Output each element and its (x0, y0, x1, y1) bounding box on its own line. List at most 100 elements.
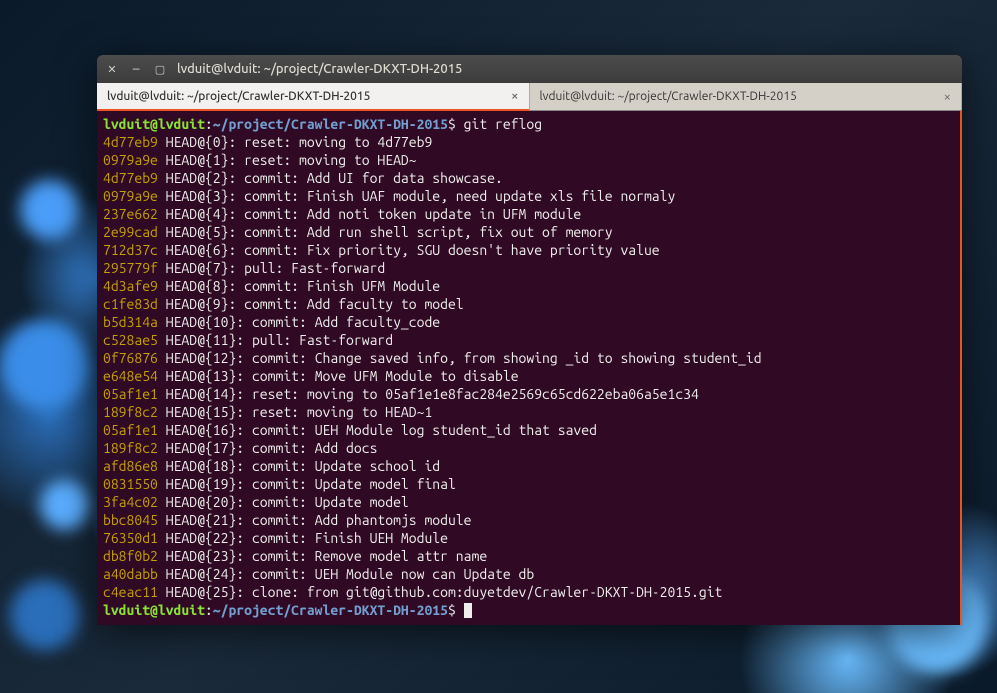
reflog-line: db8f0b2 HEAD@{23}: commit: Remove model … (103, 547, 954, 565)
commit-hash: 295779f (103, 260, 158, 276)
reflog-text: HEAD@{14}: reset: moving to 05af1e1e8fac… (158, 386, 699, 402)
reflog-text: HEAD@{13}: commit: Move UFM Module to di… (158, 368, 519, 384)
reflog-text: HEAD@{4}: commit: Add noti token update … (158, 206, 581, 222)
commit-hash: 189f8c2 (103, 440, 158, 456)
reflog-text: HEAD@{9}: commit: Add faculty to model (158, 296, 464, 312)
reflog-text: HEAD@{19}: commit: Update model final (158, 476, 456, 492)
window-titlebar[interactable]: ✕ ─ ▢ lvduit@lvduit: ~/project/Crawler-D… (97, 55, 962, 83)
commit-hash: 712d37c (103, 242, 158, 258)
cursor (464, 603, 472, 618)
commit-hash: b5d314a (103, 314, 158, 330)
reflog-line: 712d37c HEAD@{6}: commit: Fix priority, … (103, 241, 954, 259)
command-line: lvduit@lvduit:~/project/Crawler-DKXT-DH-… (103, 115, 954, 133)
tab-bar: lvduit@lvduit: ~/project/Crawler-DKXT-DH… (97, 83, 962, 111)
reflog-text: HEAD@{10}: commit: Add faculty_code (158, 314, 440, 330)
commit-hash: 4d77eb9 (103, 170, 158, 186)
reflog-text: HEAD@{25}: clone: from git@github.com:du… (158, 584, 722, 600)
window-title: lvduit@lvduit: ~/project/Crawler-DKXT-DH… (177, 62, 462, 76)
reflog-line: 237e662 HEAD@{4}: commit: Add noti token… (103, 205, 954, 223)
reflog-text: HEAD@{3}: commit: Finish UAF module, nee… (158, 188, 675, 204)
commit-hash: db8f0b2 (103, 548, 158, 564)
commit-hash: 0f76876 (103, 350, 158, 366)
commit-hash: c528ae5 (103, 332, 158, 348)
reflog-text: HEAD@{20}: commit: Update model (158, 494, 409, 510)
reflog-text: HEAD@{5}: commit: Add run shell script, … (158, 224, 613, 240)
reflog-line: 05af1e1 HEAD@{14}: reset: moving to 05af… (103, 385, 954, 403)
minimize-icon[interactable]: ─ (129, 62, 143, 76)
reflog-text: HEAD@{0}: reset: moving to 4d77eb9 (158, 134, 432, 150)
prompt-user: lvduit@lvduit (103, 116, 205, 132)
reflog-line: 3fa4c02 HEAD@{20}: commit: Update model (103, 493, 954, 511)
prompt-dollar: $ (448, 116, 456, 132)
reflog-line: 76350d1 HEAD@{22}: commit: Finish UEH Mo… (103, 529, 954, 547)
reflog-line: bbc8045 HEAD@{21}: commit: Add phantomjs… (103, 511, 954, 529)
maximize-icon[interactable]: ▢ (153, 62, 167, 76)
commit-hash: 05af1e1 (103, 422, 158, 438)
reflog-line: 4d77eb9 HEAD@{2}: commit: Add UI for dat… (103, 169, 954, 187)
reflog-text: HEAD@{11}: pull: Fast-forward (158, 332, 393, 348)
command-text: git reflog (464, 116, 542, 132)
reflog-text: HEAD@{21}: commit: Add phantomjs module (158, 512, 472, 528)
close-icon[interactable]: × (511, 89, 518, 103)
commit-hash: 76350d1 (103, 530, 158, 546)
prompt-dollar: $ (448, 602, 456, 618)
reflog-line: afd86e8 HEAD@{18}: commit: Update school… (103, 457, 954, 475)
tab-1[interactable]: lvduit@lvduit: ~/project/Crawler-DKXT-DH… (530, 83, 963, 110)
reflog-text: HEAD@{6}: commit: Fix priority, SGU does… (158, 242, 660, 258)
reflog-text: HEAD@{15}: reset: moving to HEAD~1 (158, 404, 432, 420)
commit-hash: a40dabb (103, 566, 158, 582)
prompt-path: ~/project/Crawler-DKXT-DH-2015 (213, 116, 448, 132)
commit-hash: 189f8c2 (103, 404, 158, 420)
prompt-sep: : (205, 116, 213, 132)
terminal-output[interactable]: lvduit@lvduit:~/project/Crawler-DKXT-DH-… (97, 111, 962, 625)
reflog-line: 4d77eb9 HEAD@{0}: reset: moving to 4d77e… (103, 133, 954, 151)
commit-hash: bbc8045 (103, 512, 158, 528)
reflog-line: 0831550 HEAD@{19}: commit: Update model … (103, 475, 954, 493)
commit-hash: 2e99cad (103, 224, 158, 240)
reflog-line: 189f8c2 HEAD@{17}: commit: Add docs (103, 439, 954, 457)
prompt-sep: : (205, 602, 213, 618)
prompt-user: lvduit@lvduit (103, 602, 205, 618)
reflog-line: 189f8c2 HEAD@{15}: reset: moving to HEAD… (103, 403, 954, 421)
reflog-text: HEAD@{23}: commit: Remove model attr nam… (158, 548, 487, 564)
reflog-line: 4d3afe9 HEAD@{8}: commit: Finish UFM Mod… (103, 277, 954, 295)
tab-label: lvduit@lvduit: ~/project/Crawler-DKXT-DH… (540, 90, 797, 103)
reflog-text: HEAD@{1}: reset: moving to HEAD~ (158, 152, 417, 168)
reflog-line: e648e54 HEAD@{13}: commit: Move UFM Modu… (103, 367, 954, 385)
reflog-text: HEAD@{24}: commit: UEH Module now can Up… (158, 566, 534, 582)
reflog-line: c528ae5 HEAD@{11}: pull: Fast-forward (103, 331, 954, 349)
tab-0[interactable]: lvduit@lvduit: ~/project/Crawler-DKXT-DH… (97, 83, 530, 111)
reflog-text: HEAD@{2}: commit: Add UI for data showca… (158, 170, 503, 186)
commit-hash: e648e54 (103, 368, 158, 384)
reflog-line: c1fe83d HEAD@{9}: commit: Add faculty to… (103, 295, 954, 313)
reflog-text: HEAD@{18}: commit: Update school id (158, 458, 440, 474)
reflog-text: HEAD@{17}: commit: Add docs (158, 440, 378, 456)
close-icon[interactable]: ✕ (105, 62, 119, 76)
commit-hash: 3fa4c02 (103, 494, 158, 510)
reflog-text: HEAD@{12}: commit: Change saved info, fr… (158, 350, 762, 366)
reflog-line: 0f76876 HEAD@{12}: commit: Change saved … (103, 349, 954, 367)
reflog-line: b5d314a HEAD@{10}: commit: Add faculty_c… (103, 313, 954, 331)
reflog-line: a40dabb HEAD@{24}: commit: UEH Module no… (103, 565, 954, 583)
reflog-text: HEAD@{7}: pull: Fast-forward (158, 260, 385, 276)
reflog-line: 0979a9e HEAD@{1}: reset: moving to HEAD~ (103, 151, 954, 169)
reflog-text: HEAD@{16}: commit: UEH Module log studen… (158, 422, 597, 438)
reflog-text: HEAD@{8}: commit: Finish UFM Module (158, 278, 440, 294)
reflog-line: c4eac11 HEAD@{25}: clone: from git@githu… (103, 583, 954, 601)
commit-hash: 0979a9e (103, 152, 158, 168)
commit-hash: 237e662 (103, 206, 158, 222)
close-icon[interactable]: × (944, 90, 951, 104)
commit-hash: 0979a9e (103, 188, 158, 204)
commit-hash: 0831550 (103, 476, 158, 492)
commit-hash: 4d3afe9 (103, 278, 158, 294)
reflog-line: 2e99cad HEAD@{5}: commit: Add run shell … (103, 223, 954, 241)
prompt-line: lvduit@lvduit:~/project/Crawler-DKXT-DH-… (103, 601, 954, 619)
reflog-text: HEAD@{22}: commit: Finish UEH Module (158, 530, 448, 546)
commit-hash: afd86e8 (103, 458, 158, 474)
terminal-window: ✕ ─ ▢ lvduit@lvduit: ~/project/Crawler-D… (97, 55, 962, 625)
reflog-line: 05af1e1 HEAD@{16}: commit: UEH Module lo… (103, 421, 954, 439)
tab-label: lvduit@lvduit: ~/project/Crawler-DKXT-DH… (107, 90, 370, 103)
reflog-line: 295779f HEAD@{7}: pull: Fast-forward (103, 259, 954, 277)
commit-hash: c4eac11 (103, 584, 158, 600)
commit-hash: c1fe83d (103, 296, 158, 312)
